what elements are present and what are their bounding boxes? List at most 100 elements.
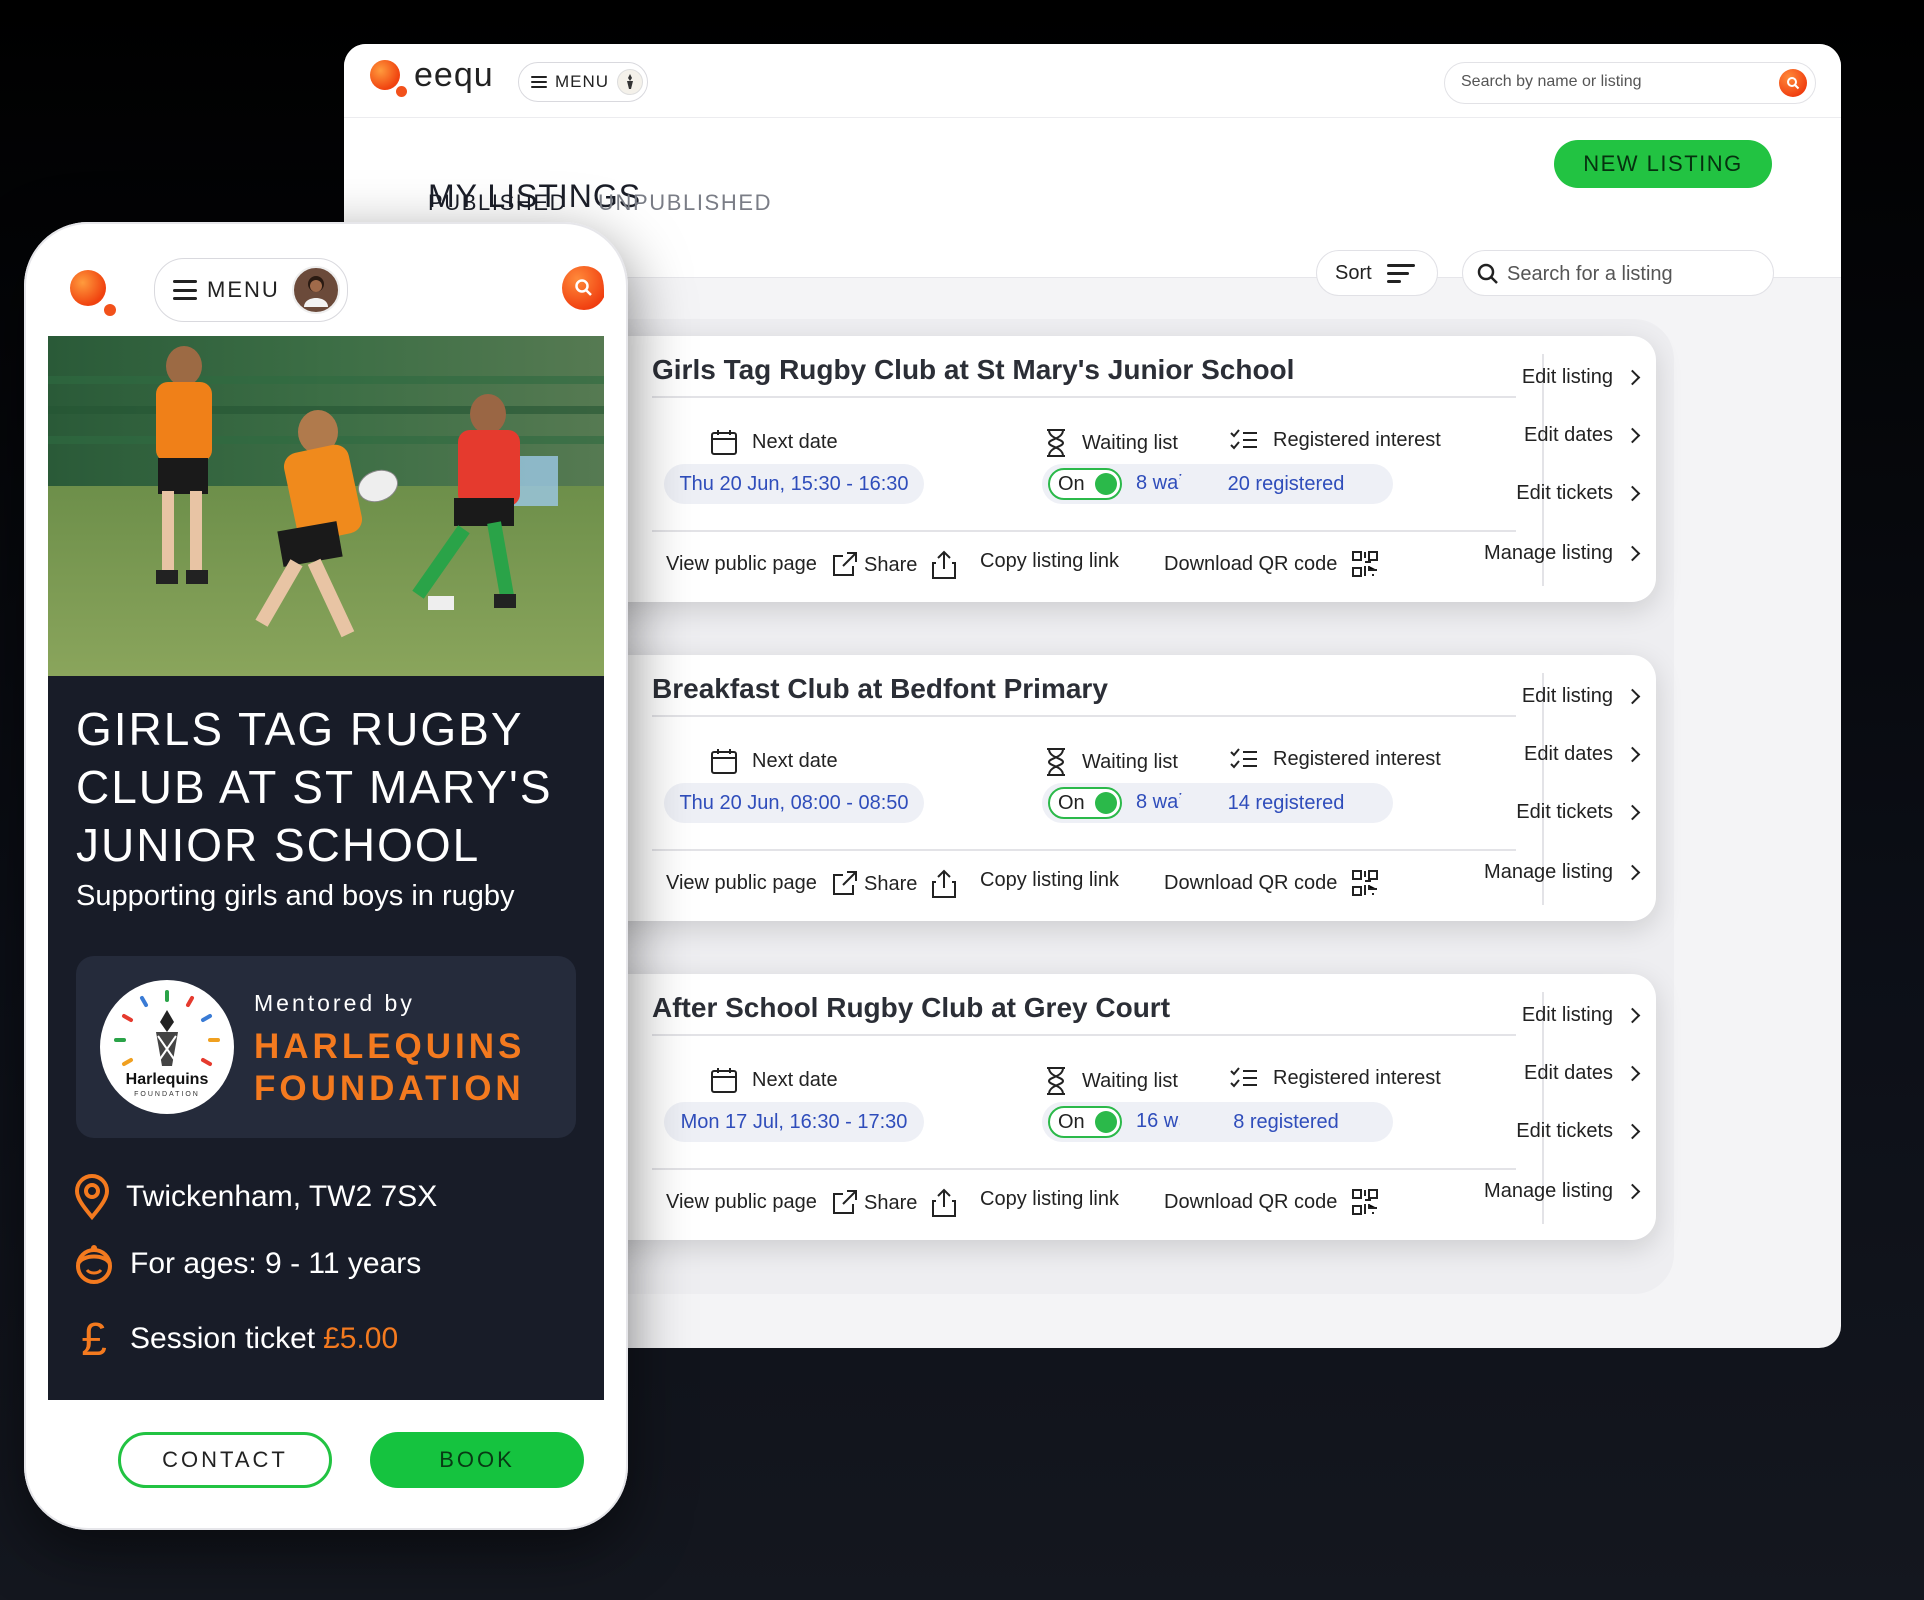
listing-title[interactable]: After School Rugby Club at Grey Court [652,992,1170,1024]
waiting-list-label: Waiting list [1044,428,1178,458]
toggle-knob [1095,473,1117,495]
book-button[interactable]: BOOK [370,1432,584,1488]
edit-listing-link[interactable]: Edit listing [1522,366,1642,389]
manage-listing-link[interactable]: Manage listing [1484,861,1642,884]
calendar-icon [711,749,737,774]
ticket-row: £ Session ticket £5.00 [72,1316,398,1362]
qr-code-icon [1352,870,1379,896]
global-search-input[interactable] [1461,73,1761,91]
tab-published[interactable]: PUBLISHED [428,190,567,216]
listing-card: Breakfast Club at Bedfont Primary Next d… [524,655,1656,921]
search-icon[interactable] [1779,69,1807,97]
chevron-right-icon [1624,864,1641,881]
contact-button[interactable]: CONTACT [118,1432,332,1488]
menu-button[interactable]: MENU [518,62,648,102]
logo-subtext: FOUNDATION [134,1091,200,1098]
share-button[interactable]: Share [864,550,957,580]
location-row: Twickenham, TW2 7SX [72,1174,437,1220]
copy-listing-link-button[interactable]: Copy listing link [980,869,1119,892]
hourglass-icon [1047,429,1065,457]
external-link-icon [832,1190,857,1214]
edit-dates-link[interactable]: Edit dates [1524,1062,1642,1085]
view-public-page-link[interactable]: View public page [666,550,859,578]
share-button[interactable]: Share [864,1188,957,1218]
waiting-list-label: Waiting list [1044,747,1178,777]
phone-screen: MENU GIRLS TAG RUGBY CLUB AT ST MARY'S J… [48,246,604,1506]
hamburger-icon [531,76,547,88]
waiting-list-toggle[interactable]: On [1048,468,1122,500]
hourglass-icon [1047,1067,1065,1095]
search-icon [1477,263,1498,284]
divider [652,1034,1516,1036]
registered-interest-label: Registered interest [1229,1066,1441,1090]
edit-dates-link[interactable]: Edit dates [1524,424,1642,447]
global-search-field[interactable] [1444,62,1816,104]
view-public-page-link[interactable]: View public page [666,869,859,897]
checklist-icon [1230,748,1257,769]
location-pin-icon [74,1174,110,1220]
registered-count[interactable]: 8 registered [1179,1102,1393,1142]
edit-listing-link[interactable]: Edit listing [1522,685,1642,708]
menu-button[interactable]: MENU [154,258,348,322]
mentor-card[interactable]: Harlequins FOUNDATION Mentored by HARLEQ… [76,956,576,1138]
logo-wordmark: Harlequins [126,1071,209,1088]
copy-listing-link-button[interactable]: Copy listing link [980,1188,1119,1211]
next-date-value: Mon 17 Jul, 16:30 - 17:30 [664,1102,924,1142]
share-icon [932,869,957,898]
next-date-value: Thu 20 Jun, 08:00 - 08:50 [664,783,924,823]
toggle-knob [1095,1111,1117,1133]
share-icon [932,1188,957,1217]
hourglass-icon [1047,748,1065,776]
listing-title[interactable]: Breakfast Club at Bedfont Primary [652,673,1108,705]
registered-count[interactable]: 20 registered [1179,464,1393,504]
download-qr-button[interactable]: Download QR code [1164,550,1379,578]
waiting-list-label: Waiting list [1044,1066,1178,1096]
waiting-list-toggle[interactable]: On [1048,1106,1122,1138]
share-button[interactable]: Share [864,869,957,899]
listing-subtitle: Supporting girls and boys in rugby [76,880,515,912]
menu-label: MENU [207,277,280,302]
edit-listing-link[interactable]: Edit listing [1522,1004,1642,1027]
download-qr-button[interactable]: Download QR code [1164,869,1379,897]
divider [652,715,1516,717]
manage-listing-link[interactable]: Manage listing [1484,542,1642,565]
hamburger-icon [173,280,197,300]
calendar-icon [711,1068,737,1093]
sort-button[interactable]: Sort [1316,250,1438,296]
next-date-label: Next date [710,747,838,775]
user-avatar[interactable] [291,266,340,314]
edit-dates-link[interactable]: Edit dates [1524,743,1642,766]
chevron-right-icon [1624,1007,1641,1024]
ticket-price: £5.00 [323,1322,399,1355]
listing-search-field[interactable] [1462,250,1774,296]
waiting-list-toggle[interactable]: On [1048,787,1122,819]
checklist-icon [1230,429,1257,450]
pound-icon: £ [81,1313,107,1365]
view-public-page-link[interactable]: View public page [666,1188,859,1216]
edit-tickets-link[interactable]: Edit tickets [1516,801,1642,824]
share-icon [932,550,957,579]
listing-title[interactable]: Girls Tag Rugby Club at St Mary's Junior… [652,354,1294,386]
chevron-right-icon [1624,746,1641,763]
search-icon[interactable] [562,266,604,310]
listing-search-input[interactable] [1507,263,1757,286]
download-qr-button[interactable]: Download QR code [1164,1188,1379,1216]
listing-title: GIRLS TAG RUGBY CLUB AT ST MARY'S JUNIOR… [76,703,553,871]
edit-tickets-link[interactable]: Edit tickets [1516,482,1642,505]
checklist-icon [1230,1067,1257,1088]
location-text: Twickenham, TW2 7SX [126,1180,438,1213]
mentor-organisation: HARLEQUINS FOUNDATION [254,1027,526,1108]
copy-listing-link-button[interactable]: Copy listing link [980,550,1119,573]
tab-unpublished[interactable]: UNPUBLISHED [598,190,772,216]
edit-tickets-link[interactable]: Edit tickets [1516,1120,1642,1143]
chevron-right-icon [1624,427,1641,444]
new-listing-button[interactable]: NEW LISTING [1554,140,1772,188]
chevron-right-icon [1624,1065,1641,1082]
harlequins-logo: Harlequins FOUNDATION [100,980,234,1114]
sort-icon [1387,264,1415,288]
next-date-label: Next date [710,428,838,456]
registered-count[interactable]: 14 registered [1179,783,1393,823]
calendar-icon [711,430,737,455]
manage-listing-link[interactable]: Manage listing [1484,1180,1642,1203]
toggle-knob [1095,792,1117,814]
